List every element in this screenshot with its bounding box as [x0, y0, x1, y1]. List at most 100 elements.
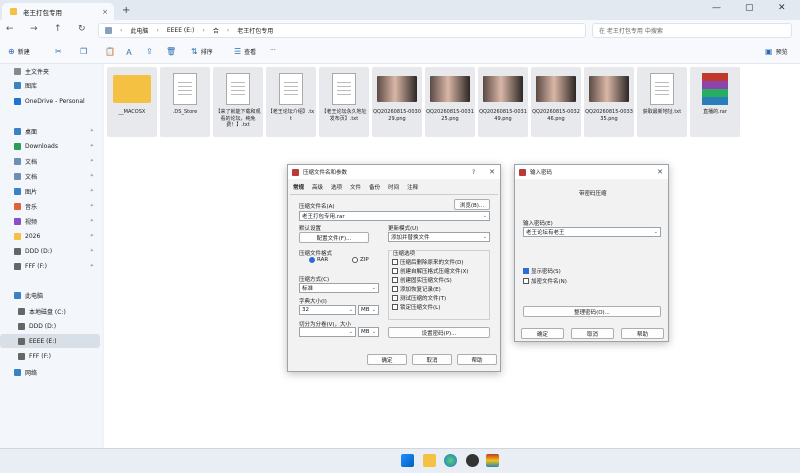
sidebar-item[interactable]: 本地磁盘 (C:)	[0, 304, 100, 318]
dict-select[interactable]: 32 ⌄	[299, 305, 356, 315]
sidebar-item[interactable]: OneDrive - Personal	[0, 94, 100, 108]
dict-unit-select[interactable]: MB ⌄	[358, 305, 379, 315]
sidebar-item[interactable]: 文档 ✦	[0, 169, 100, 183]
organize-passwords-button[interactable]: 整理密码(O)...	[523, 306, 661, 317]
sidebar-item[interactable]: 此电脑	[0, 288, 100, 302]
sidebar-item[interactable]: DDD (D:) ✦	[0, 244, 100, 258]
tab-item[interactable]: 备份	[369, 183, 380, 191]
rename-icon[interactable]: Ａ	[125, 47, 133, 58]
sidebar-item[interactable]: FFF (F:)	[0, 349, 100, 363]
preview-button[interactable]: ▣ 预览	[765, 47, 788, 56]
new-button[interactable]: ⊕ 新建	[8, 47, 30, 56]
tab-current[interactable]: 老王打包专用 ×	[2, 3, 114, 20]
breadcrumb-item[interactable]: 合	[213, 26, 219, 35]
more-button[interactable]: ···	[270, 47, 276, 54]
file-item[interactable]: 获取最新地址.txt	[637, 67, 687, 137]
option-checkbox[interactable]: 创建自解压格式压缩文件(X)	[392, 267, 469, 275]
forward-button[interactable]: →	[30, 24, 38, 34]
file-explorer-icon[interactable]	[423, 454, 436, 467]
delete-icon[interactable]: 🗑	[166, 47, 176, 56]
edge-icon[interactable]	[444, 454, 457, 467]
profiles-button[interactable]: 配置文件(F)...	[299, 232, 369, 243]
file-item[interactable]: QQ20260815-003246.png	[531, 67, 581, 137]
sidebar-item[interactable]: 2026 ✦	[0, 229, 100, 243]
breadcrumb-item[interactable]: 老王打包专用	[237, 26, 273, 35]
help-button[interactable]: 帮助	[621, 328, 664, 339]
split-select[interactable]: ⌄	[299, 327, 356, 337]
start-icon[interactable]	[401, 454, 414, 467]
file-item[interactable]: 【来了就能下载和观看的论坛，纯免费！】.txt	[213, 67, 263, 137]
file-item[interactable]: 【老王论坛永久地址发布页】.txt	[319, 67, 369, 137]
sidebar-item[interactable]: 主文件夹	[0, 64, 100, 78]
file-item[interactable]: __MACOSX	[107, 67, 157, 137]
file-item[interactable]: QQ20260815-003125.png	[425, 67, 475, 137]
file-item[interactable]: QQ20260815-003149.png	[478, 67, 528, 137]
dialog-close-button[interactable]: ✕	[489, 168, 495, 176]
encrypt-names-checkbox[interactable]: 加密文件名(N)	[523, 277, 567, 285]
split-unit-select[interactable]: MB ⌄	[358, 327, 379, 337]
archive-name-input[interactable]: 老王打包专用.rar ⌄	[299, 211, 490, 221]
file-item[interactable]: QQ20260815-003335.png	[584, 67, 634, 137]
winrar-icon[interactable]	[486, 454, 499, 467]
sidebar-item[interactable]: 音乐 ✦	[0, 199, 100, 213]
option-checkbox[interactable]: 创建固实压缩文件(S)	[392, 276, 452, 284]
file-item[interactable]: 直播的.rar	[690, 67, 740, 137]
share-icon[interactable]: ⇪	[146, 47, 153, 56]
sidebar-item[interactable]: 图片 ✦	[0, 184, 100, 198]
format-rar-radio[interactable]: RAR	[309, 257, 328, 263]
tab-close-button[interactable]: ×	[102, 8, 108, 16]
update-mode-select[interactable]: 添加并替换文件 ⌄	[388, 232, 490, 242]
sidebar-item[interactable]: 视频 ✦	[0, 214, 100, 228]
cancel-button[interactable]: 取消	[571, 328, 614, 339]
sidebar-item[interactable]: Downloads ✦	[0, 139, 100, 153]
cut-icon[interactable]: ✂	[55, 47, 62, 56]
minimize-button[interactable]: —	[712, 3, 721, 13]
close-button[interactable]: ✕	[778, 3, 786, 13]
tab-item[interactable]: 注释	[407, 183, 418, 191]
search-input[interactable]: 在 老王打包专用 中搜索	[592, 23, 792, 38]
breadcrumb-item[interactable]: 此电脑	[130, 26, 148, 35]
back-button[interactable]: ←	[6, 24, 14, 34]
file-item[interactable]: 【老王论坛介绍】.txt	[266, 67, 316, 137]
option-checkbox[interactable]: 压缩后删除原来的文件(D)	[392, 258, 464, 266]
tab-item[interactable]: 高级	[312, 183, 323, 191]
format-zip-radio[interactable]: ZIP	[352, 257, 369, 263]
breadcrumb-item[interactable]: EEEE (E:)	[167, 27, 195, 34]
tab-item[interactable]: 常规	[293, 183, 304, 191]
copy-icon[interactable]: ❐	[80, 47, 87, 56]
option-checkbox[interactable]: 锁定压缩文件(L)	[392, 303, 440, 311]
show-password-checkbox[interactable]: 显示密码(S)	[523, 267, 561, 275]
option-checkbox[interactable]: 测试压缩的文件(T)	[392, 294, 446, 302]
option-checkbox[interactable]: 添加恢复记录(E)	[392, 285, 441, 293]
dialog-close-button[interactable]: ✕	[657, 168, 663, 176]
breadcrumb[interactable]: › 此电脑 › EEEE (E:) › 合 › 老王打包专用	[98, 23, 586, 38]
tab-item[interactable]: 选项	[331, 183, 342, 191]
sidebar-item[interactable]: FFF (F:) ✦	[0, 259, 100, 273]
file-item[interactable]: .DS_Store	[160, 67, 210, 137]
sidebar-item[interactable]: DDD (D:)	[0, 319, 100, 333]
paste-icon[interactable]: 📋	[105, 47, 115, 56]
tab-item[interactable]: 文件	[350, 183, 361, 191]
sidebar-item[interactable]: EEEE (E:)	[0, 334, 100, 348]
sort-button[interactable]: ⇅ 排序	[191, 47, 213, 56]
refresh-button[interactable]: ↻	[78, 24, 86, 34]
help-button[interactable]: 帮助	[457, 354, 497, 365]
sidebar-item[interactable]: 文档 ✦	[0, 154, 100, 168]
set-password-button[interactable]: 设置密码(P)...	[388, 327, 490, 338]
ok-button[interactable]: 确定	[521, 328, 564, 339]
method-select[interactable]: 标准 ⌄	[299, 283, 379, 293]
qq-icon[interactable]	[466, 454, 479, 467]
view-button[interactable]: ☰ 查看	[234, 47, 256, 56]
file-item[interactable]: QQ20260815-003029.png	[372, 67, 422, 137]
new-tab-button[interactable]: +	[122, 5, 130, 16]
maximize-button[interactable]: ▢	[745, 3, 754, 13]
sidebar-item[interactable]: 图库	[0, 78, 100, 92]
help-icon[interactable]: ?	[472, 169, 475, 176]
password-input[interactable]: 老王论坛有老王 ⌄	[523, 227, 661, 237]
ok-button[interactable]: 确定	[367, 354, 407, 365]
up-button[interactable]: ↑	[54, 24, 62, 34]
tab-item[interactable]: 时间	[388, 183, 399, 191]
cancel-button[interactable]: 取消	[412, 354, 452, 365]
sidebar-item[interactable]: 网络	[0, 365, 100, 379]
browse-button[interactable]: 浏览(B)...	[454, 199, 490, 210]
